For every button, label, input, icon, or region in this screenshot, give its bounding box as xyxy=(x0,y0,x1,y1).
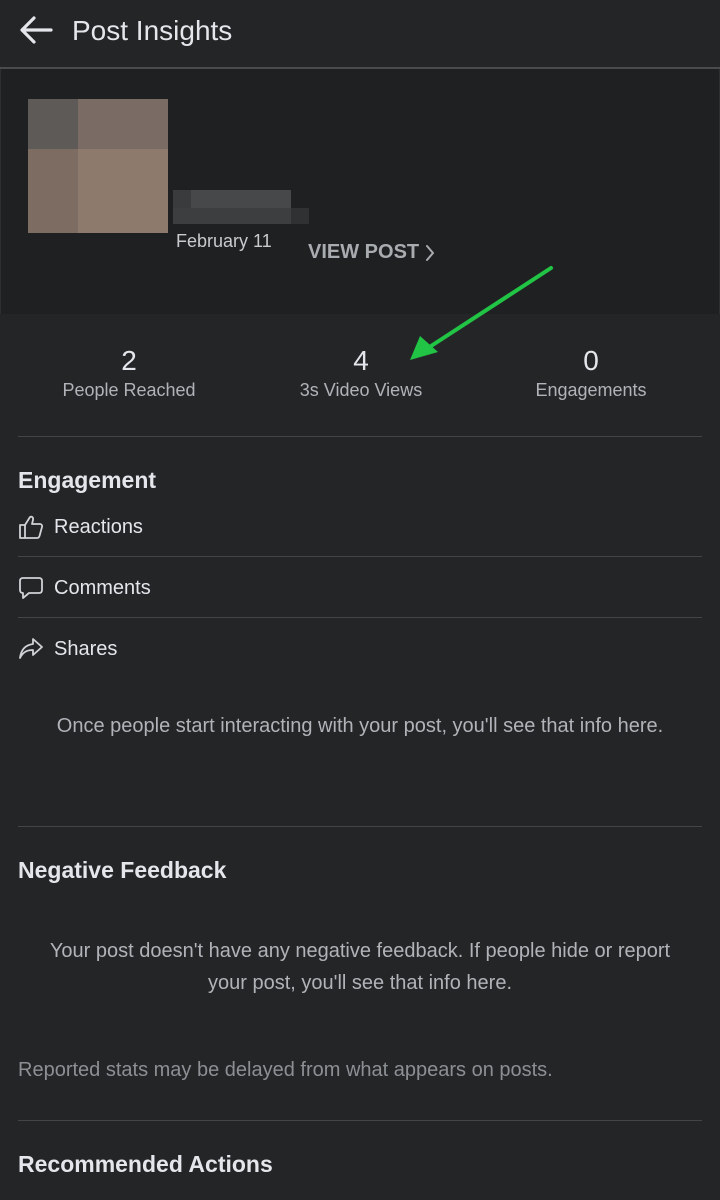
stat-value: 4 xyxy=(353,345,369,376)
comments-label: Comments xyxy=(54,576,151,599)
stat-people-reached: 2 People Reached xyxy=(9,344,249,402)
comments-row[interactable]: Comments xyxy=(18,568,702,608)
arrow-left-icon xyxy=(19,15,53,50)
engagement-title: Engagement xyxy=(18,467,157,493)
shares-row[interactable]: Shares xyxy=(18,629,702,669)
divider xyxy=(18,556,702,557)
post-thumbnail[interactable] xyxy=(28,99,168,233)
thumbs-up-icon xyxy=(18,514,44,540)
stat-label: 3s Video Views xyxy=(299,380,423,400)
stat-label: People Reached xyxy=(62,380,196,400)
divider xyxy=(18,1120,702,1121)
reactions-row[interactable]: Reactions xyxy=(18,507,702,547)
divider xyxy=(18,617,702,618)
engagement-empty-message: Once people start interacting with your … xyxy=(56,715,664,737)
recommended-actions-title: Recommended Actions xyxy=(18,1151,273,1177)
stat-value: 0 xyxy=(583,345,599,376)
chevron-right-icon xyxy=(425,244,435,262)
top-app-bar: Post Insights xyxy=(0,0,720,69)
post-date: February 11 xyxy=(176,231,272,251)
stat-label: Engagements xyxy=(535,380,647,400)
blurred-author-name xyxy=(173,190,309,226)
post-preview-card: February 11 xyxy=(0,69,720,314)
back-button[interactable] xyxy=(14,12,58,52)
stat-value: 2 xyxy=(121,345,137,376)
view-post-button[interactable]: VIEW POST xyxy=(308,241,435,264)
page-title: Post Insights xyxy=(72,15,233,46)
divider xyxy=(18,436,702,437)
negative-feedback-message: Your post doesn't have any negative feed… xyxy=(49,940,671,994)
delay-note: Reported stats may be delayed from what … xyxy=(18,1059,553,1081)
share-icon xyxy=(18,636,44,662)
stat-video-views: 4 3s Video Views xyxy=(241,344,481,402)
stat-engagements: 0 Engagements xyxy=(471,344,711,402)
comment-icon xyxy=(18,575,44,601)
view-post-label: VIEW POST xyxy=(308,241,420,263)
divider xyxy=(18,826,702,827)
shares-label: Shares xyxy=(54,637,118,660)
reactions-label: Reactions xyxy=(54,515,143,538)
negative-feedback-title: Negative Feedback xyxy=(18,857,227,883)
